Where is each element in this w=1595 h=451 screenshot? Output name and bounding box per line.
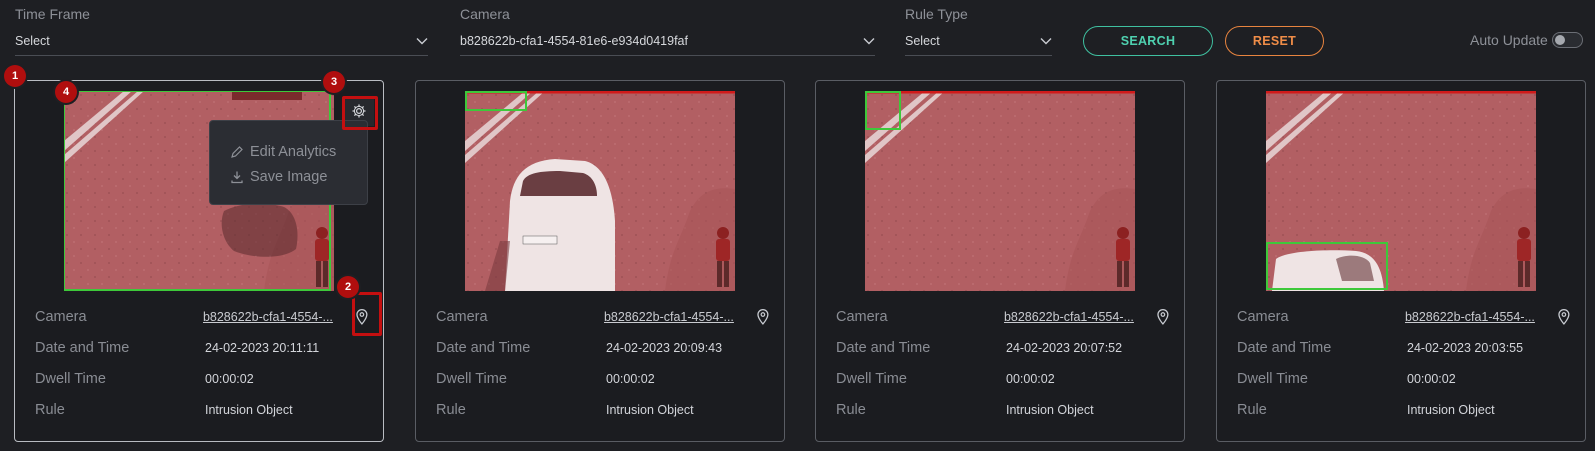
time-frame-select[interactable]: Select bbox=[15, 26, 428, 56]
rule-row: Rule Intrusion Object bbox=[436, 394, 771, 425]
rule-type-select[interactable]: Select bbox=[905, 26, 1052, 56]
dwell-label: Dwell Time bbox=[436, 370, 507, 387]
datetime-value: 24-02-2023 20:11:11 bbox=[205, 340, 320, 355]
event-card[interactable]: Camera b828622b-cfa1-4554-... Date and T… bbox=[815, 80, 1185, 442]
datetime-row: Date and Time 24-02-2023 20:11:11 bbox=[35, 332, 370, 363]
rule-type-value: Select bbox=[905, 33, 940, 48]
dwell-value: 00:00:02 bbox=[606, 371, 655, 386]
reset-button[interactable]: RESET bbox=[1225, 26, 1324, 56]
edit-analytics-item[interactable]: Edit Analytics bbox=[210, 139, 367, 164]
datetime-row: Date and Time 24-02-2023 20:07:52 bbox=[836, 332, 1171, 363]
location-pin-icon[interactable] bbox=[1556, 308, 1572, 326]
gear-highlight-box bbox=[342, 96, 378, 130]
time-frame-value: Select bbox=[15, 33, 50, 48]
event-card[interactable]: Camera b828622b-cfa1-4554-... Date and T… bbox=[1216, 80, 1586, 442]
rule-value: Intrusion Object bbox=[1006, 402, 1094, 417]
chevron-down-icon bbox=[863, 37, 875, 44]
camera-row: Camera b828622b-cfa1-4554-... bbox=[436, 301, 771, 332]
camera-filter: Camera bbox=[460, 6, 510, 22]
camera-select-value: b828622b-cfa1-4554-81e6-e934d0419faf bbox=[460, 33, 688, 48]
snapshot-image bbox=[1266, 91, 1536, 291]
rule-row: Rule Intrusion Object bbox=[35, 394, 370, 425]
marker-badge: 3 bbox=[323, 71, 345, 93]
rule-label: Rule bbox=[35, 401, 65, 418]
camera-link[interactable]: b828622b-cfa1-4554-... bbox=[1405, 310, 1548, 324]
auto-update: Auto Update bbox=[1470, 32, 1583, 48]
chevron-down-icon bbox=[416, 37, 428, 44]
location-pin-icon[interactable] bbox=[1155, 308, 1171, 326]
camera-label: Camera bbox=[1237, 308, 1289, 325]
dwell-row: Dwell Time 00:00:02 bbox=[35, 363, 370, 394]
rule-value: Intrusion Object bbox=[606, 402, 694, 417]
datetime-value: 24-02-2023 20:03:55 bbox=[1407, 340, 1524, 355]
camera-link[interactable]: b828622b-cfa1-4554-... bbox=[1004, 310, 1147, 324]
pencil-icon bbox=[231, 145, 243, 158]
rule-type-filter: Rule Type bbox=[905, 6, 968, 22]
event-details: Camera b828622b-cfa1-4554-... Date and T… bbox=[1237, 301, 1572, 425]
marker-badge: 2 bbox=[337, 276, 359, 298]
event-snapshot[interactable] bbox=[465, 91, 735, 291]
dwell-row: Dwell Time 00:00:02 bbox=[436, 363, 771, 394]
camera-filter-label: Camera bbox=[460, 6, 510, 22]
toggle-knob bbox=[1554, 35, 1565, 45]
rule-value: Intrusion Object bbox=[1407, 402, 1495, 417]
auto-update-toggle[interactable] bbox=[1551, 32, 1583, 48]
datetime-label: Date and Time bbox=[1237, 339, 1332, 356]
datetime-row: Date and Time 24-02-2023 20:03:55 bbox=[1237, 332, 1572, 363]
datetime-label: Date and Time bbox=[436, 339, 531, 356]
rule-value: Intrusion Object bbox=[205, 402, 293, 417]
datetime-label: Date and Time bbox=[836, 339, 931, 356]
dwell-value: 00:00:02 bbox=[1407, 371, 1456, 386]
card-context-menu: Edit Analytics Save Image bbox=[209, 120, 368, 205]
time-frame-filter: Time Frame bbox=[15, 6, 90, 22]
datetime-row: Date and Time 24-02-2023 20:09:43 bbox=[436, 332, 771, 363]
location-pin-icon[interactable] bbox=[755, 308, 771, 326]
rule-row: Rule Intrusion Object bbox=[1237, 394, 1572, 425]
vehicle-figure bbox=[1272, 250, 1384, 291]
save-image-label: Save Image bbox=[250, 168, 328, 185]
dwell-value: 00:00:02 bbox=[205, 371, 254, 386]
rule-label: Rule bbox=[436, 401, 466, 418]
marker-badge: 1 bbox=[4, 65, 26, 87]
download-icon bbox=[231, 171, 243, 183]
camera-row: Camera b828622b-cfa1-4554-... bbox=[1237, 301, 1572, 332]
rule-type-label: Rule Type bbox=[905, 6, 968, 22]
dwell-value: 00:00:02 bbox=[1006, 371, 1055, 386]
rule-label: Rule bbox=[836, 401, 866, 418]
dwell-label: Dwell Time bbox=[1237, 370, 1308, 387]
camera-select[interactable]: b828622b-cfa1-4554-81e6-e934d0419faf bbox=[460, 26, 875, 56]
dwell-row: Dwell Time 00:00:02 bbox=[1237, 363, 1572, 394]
camera-row: Camera b828622b-cfa1-4554-... bbox=[836, 301, 1171, 332]
chevron-down-icon bbox=[1040, 37, 1052, 44]
datetime-value: 24-02-2023 20:07:52 bbox=[1006, 340, 1123, 355]
dwell-label: Dwell Time bbox=[836, 370, 907, 387]
camera-label: Camera bbox=[436, 308, 488, 325]
event-snapshot[interactable] bbox=[865, 91, 1135, 291]
dwell-row: Dwell Time 00:00:02 bbox=[836, 363, 1171, 394]
event-details: Camera b828622b-cfa1-4554-... Date and T… bbox=[836, 301, 1171, 425]
pin-highlight-box bbox=[352, 292, 382, 336]
camera-label: Camera bbox=[35, 308, 87, 325]
camera-label: Camera bbox=[836, 308, 888, 325]
rule-row: Rule Intrusion Object bbox=[836, 394, 1171, 425]
camera-link[interactable]: b828622b-cfa1-4554-... bbox=[203, 310, 346, 324]
rule-label: Rule bbox=[1237, 401, 1267, 418]
snapshot-image bbox=[465, 91, 735, 291]
dwell-label: Dwell Time bbox=[35, 370, 106, 387]
search-button[interactable]: SEARCH bbox=[1083, 26, 1213, 56]
camera-row: Camera b828622b-cfa1-4554-... bbox=[35, 301, 370, 332]
save-image-item[interactable]: Save Image bbox=[210, 164, 367, 189]
edit-analytics-label: Edit Analytics bbox=[250, 143, 337, 160]
time-frame-label: Time Frame bbox=[15, 6, 90, 22]
camera-link[interactable]: b828622b-cfa1-4554-... bbox=[604, 310, 747, 324]
snapshot-image bbox=[865, 91, 1135, 291]
auto-update-label: Auto Update bbox=[1470, 32, 1548, 48]
event-snapshot[interactable] bbox=[1266, 91, 1536, 291]
datetime-label: Date and Time bbox=[35, 339, 130, 356]
datetime-value: 24-02-2023 20:09:43 bbox=[606, 340, 723, 355]
event-details: Camera b828622b-cfa1-4554-... Date and T… bbox=[436, 301, 771, 425]
event-card[interactable]: Camera b828622b-cfa1-4554-... Date and T… bbox=[415, 80, 785, 442]
marker-badge: 4 bbox=[55, 81, 77, 103]
event-details: Camera b828622b-cfa1-4554-... Date and T… bbox=[35, 301, 370, 425]
